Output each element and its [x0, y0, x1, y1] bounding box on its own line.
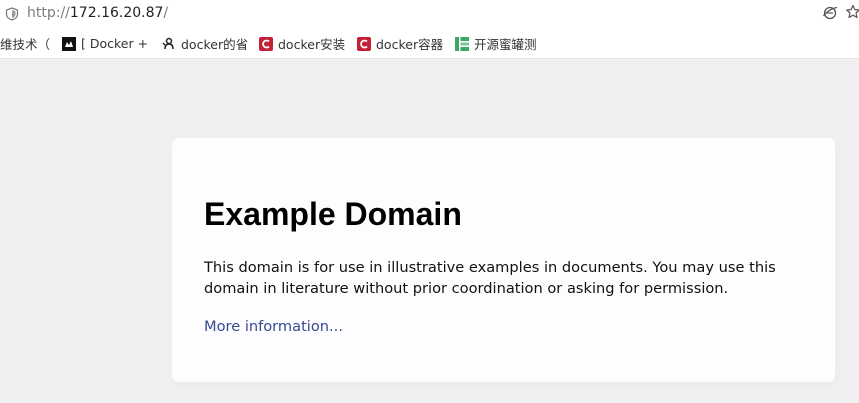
shield-icon[interactable] [5, 6, 19, 21]
bookmark-label: 维技术（ [0, 37, 51, 52]
bookmark-label: 开源蜜罐测 [474, 37, 537, 52]
star-icon[interactable] [845, 4, 859, 20]
github-icon [162, 37, 176, 51]
page-description: This domain is for use in illustrative e… [204, 259, 776, 297]
url-scheme: http:// [27, 5, 70, 21]
page-content: Example Domain This domain is for use in… [0, 59, 859, 403]
bookmark-item[interactable]: docker的省 [162, 28, 248, 59]
page-title: Example Domain [204, 196, 462, 232]
url-text[interactable]: http://172.16.20.87/ [27, 4, 168, 22]
green-doc-icon [455, 36, 469, 51]
bookmark-item[interactable]: 维技术（ [0, 28, 52, 59]
docker-hub-icon [62, 36, 76, 51]
url-host: 172.16.20.87 [69, 5, 164, 21]
bookmark-item[interactable]: [ Docker + [62, 28, 150, 59]
bookmark-label: docker安装 [278, 37, 345, 52]
bookmark-label: [ Docker + [81, 36, 149, 51]
bookmark-item[interactable]: docker安装 [259, 28, 345, 59]
bookmarks-bar: 维技术（ [ Docker + docker的省 docker安装 docker… [0, 28, 859, 59]
bookmark-item[interactable]: docker容器 [357, 28, 443, 59]
address-bar[interactable]: http://172.16.20.87/ [0, 0, 859, 28]
more-information-link[interactable]: More information... [204, 316, 343, 337]
bookmark-label: docker的省 [181, 37, 248, 52]
csdn-icon [357, 36, 371, 51]
reader-mode-icon[interactable] [822, 5, 838, 21]
csdn-icon [259, 36, 273, 51]
content-card: Example Domain This domain is for use in… [172, 138, 835, 382]
url-path: / [163, 5, 169, 21]
bookmark-item[interactable]: 开源蜜罐测 [455, 28, 539, 59]
bookmark-label: docker容器 [376, 37, 443, 52]
